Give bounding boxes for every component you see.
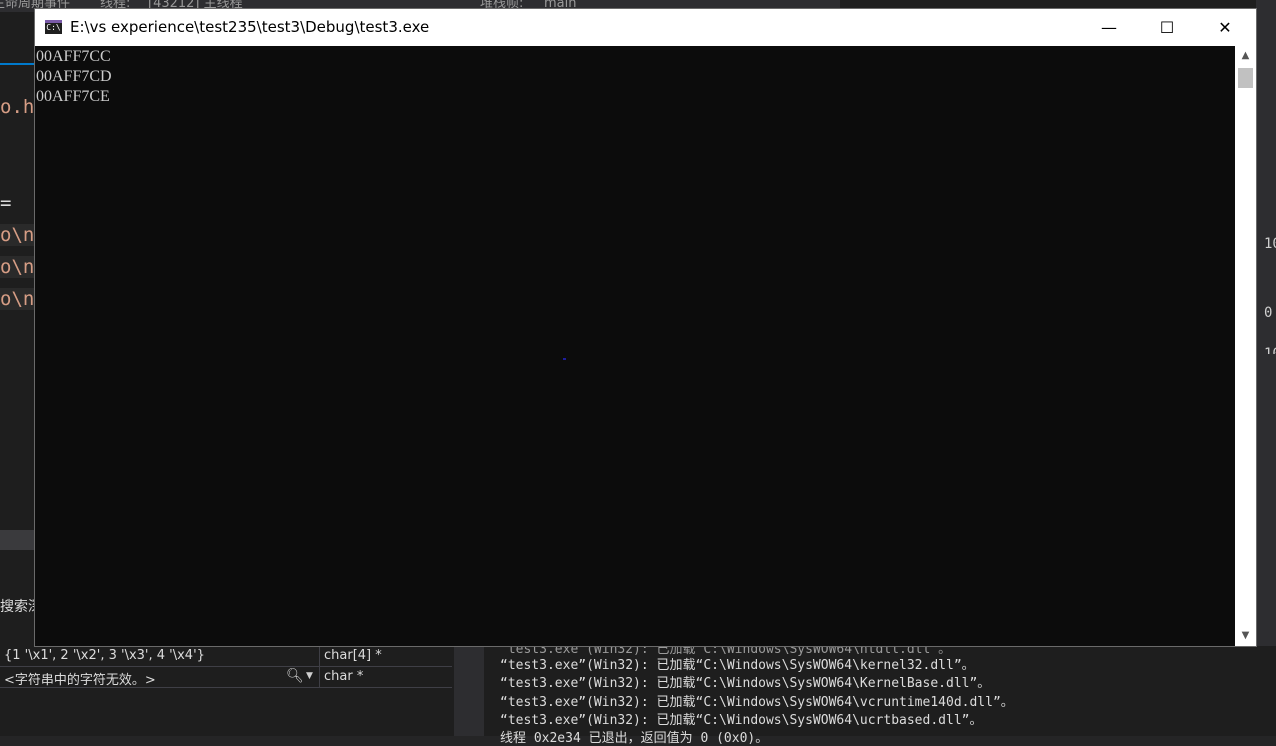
console-window[interactable]: C:\ E:\vs experience\test235\test3\Debug…: [35, 9, 1256, 646]
console-titlebar[interactable]: C:\ E:\vs experience\test235\test3\Debug…: [35, 9, 1256, 46]
code-editor-edge: o.h = o\n' o\n' o\n': [0, 46, 36, 546]
output-line: 线程 0x2e34 已退出，返回值为 0 (0x0)。: [500, 731, 769, 746]
code-fragment: o\n': [0, 224, 36, 246]
console-scrollbar[interactable]: ▲ ▼: [1235, 46, 1256, 646]
code-fragment: o\n': [0, 256, 36, 278]
console-line: 00AFF7CC: [36, 48, 111, 65]
code-fragment: =: [0, 192, 12, 214]
mouse-cursor-dot: [563, 358, 566, 360]
scroll-down-icon[interactable]: ▼: [1235, 626, 1256, 646]
scroll-thumb[interactable]: [1238, 68, 1253, 88]
close-button[interactable]: ✕: [1196, 9, 1254, 46]
right-number: 10: [1264, 236, 1276, 252]
console-app-icon[interactable]: C:\: [45, 20, 62, 34]
editor-tab-underline: [0, 63, 36, 65]
code-fragment: o\n': [0, 288, 36, 310]
watch-type: char[4] *: [324, 648, 382, 663]
code-fragment: o.h: [0, 96, 35, 118]
window-title: E:\vs experience\test235\test3\Debug\tes…: [70, 18, 430, 36]
output-line: “test3.exe”(Win32): 已加载“C:\Windows\SysWO…: [500, 676, 991, 691]
column-separator: [319, 667, 320, 687]
maximize-button[interactable]: ☐: [1138, 9, 1196, 46]
output-line: “test3.exe”(Win32): 已加载“C:\Windows\SysWO…: [500, 658, 975, 673]
column-separator: [319, 646, 320, 666]
console-line: 00AFF7CD: [36, 68, 112, 85]
watch-row[interactable]: {1 '\x1', 2 '\x2', 3 '\x3', 4 '\x4'} cha…: [0, 646, 452, 667]
panel-splitter[interactable]: [454, 646, 484, 736]
watch-type: char *: [324, 669, 364, 684]
search-icon[interactable]: 🔍︎: [286, 668, 304, 684]
minimize-button[interactable]: —: [1080, 9, 1138, 46]
output-window: “test3.exe”(Win32): 已加载“C:\Windows\SysWO…: [486, 642, 1276, 746]
watch-value: <字符串中的字符无效。>: [4, 673, 156, 688]
panel-header: [0, 530, 36, 550]
right-panel-edge: 10 0 10: [1256, 0, 1276, 736]
chevron-down-icon[interactable]: ▼: [306, 671, 313, 681]
scroll-up-icon[interactable]: ▲: [1235, 46, 1256, 66]
console-line: 00AFF7CE: [36, 88, 110, 105]
watch-row[interactable]: <字符串中的字符无效。> 🔍︎ ▼ char *: [0, 667, 452, 688]
console-output[interactable]: 00AFF7CC 00AFF7CD 00AFF7CE: [35, 46, 1235, 646]
watch-window: {1 '\x1', 2 '\x2', 3 '\x3', 4 '\x4'} cha…: [0, 646, 452, 736]
right-number: 10: [1264, 346, 1276, 354]
watch-value: {1 '\x1', 2 '\x2', 3 '\x3', 4 '\x4'}: [4, 648, 205, 663]
output-line: “test3.exe”(Win32): 已加载“C:\Windows\SysWO…: [500, 713, 983, 728]
output-line: “test3.exe”(Win32): 已加载“C:\Windows\SysWO…: [500, 695, 1014, 710]
right-number: 0: [1264, 305, 1273, 321]
